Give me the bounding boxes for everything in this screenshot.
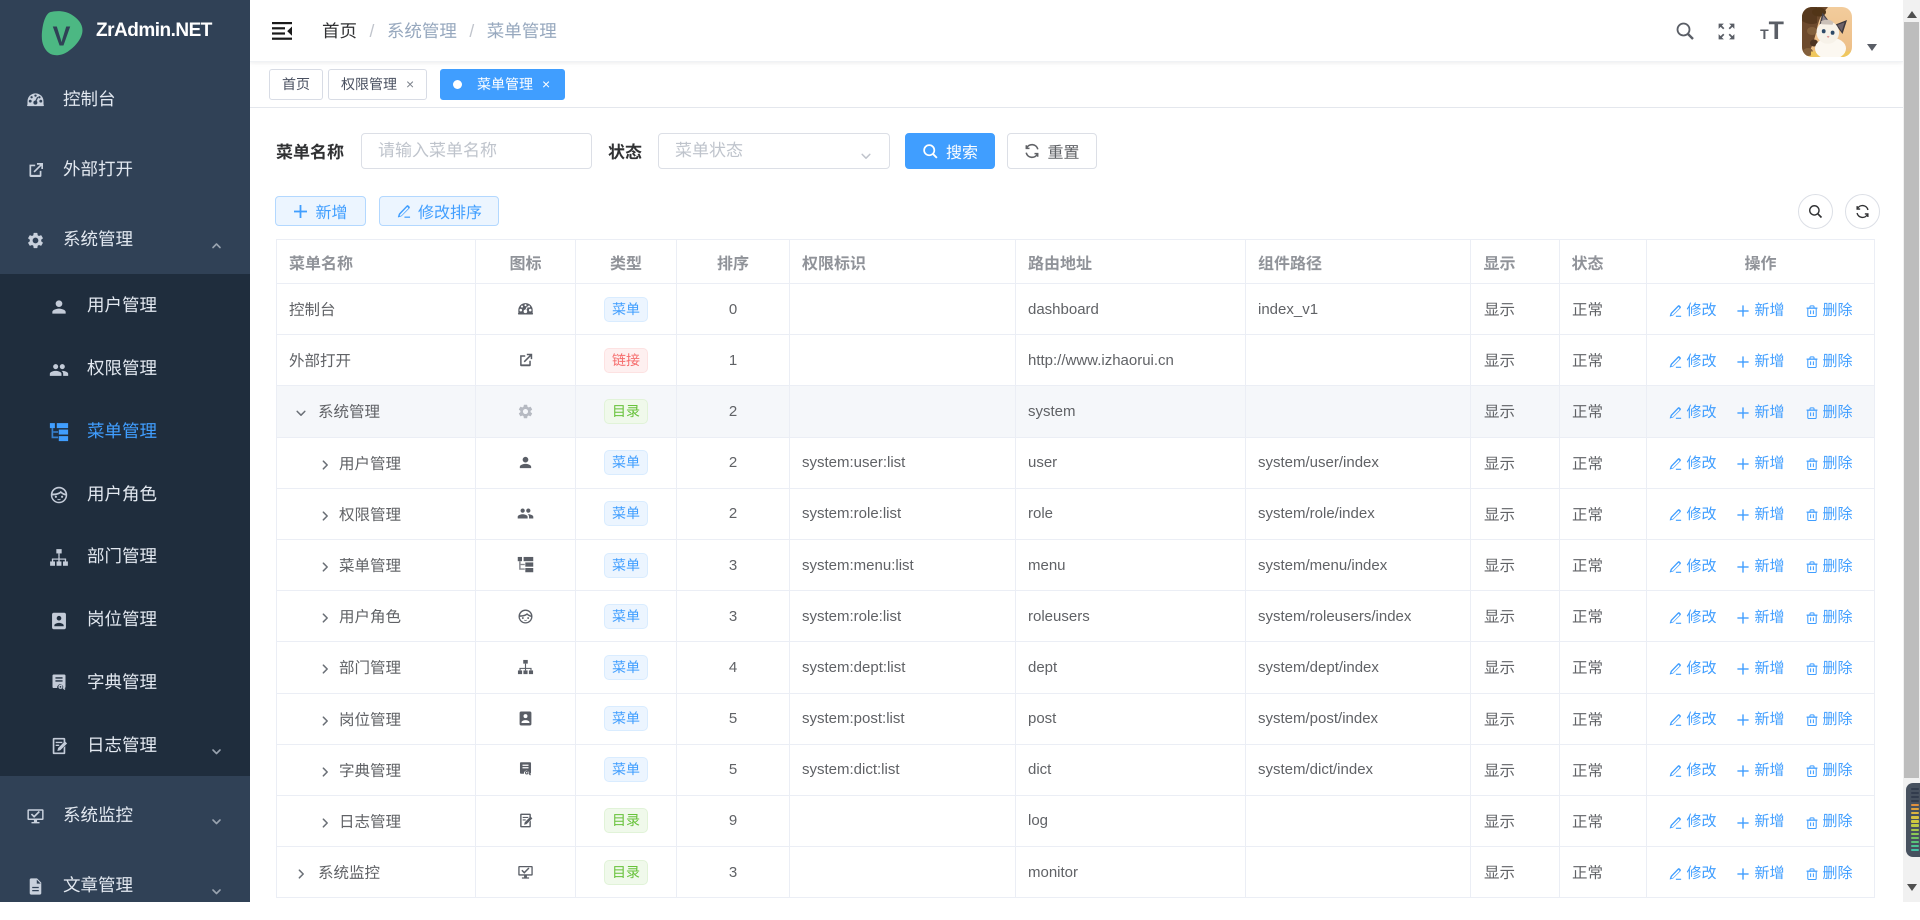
svg-text:V: V <box>53 20 71 52</box>
